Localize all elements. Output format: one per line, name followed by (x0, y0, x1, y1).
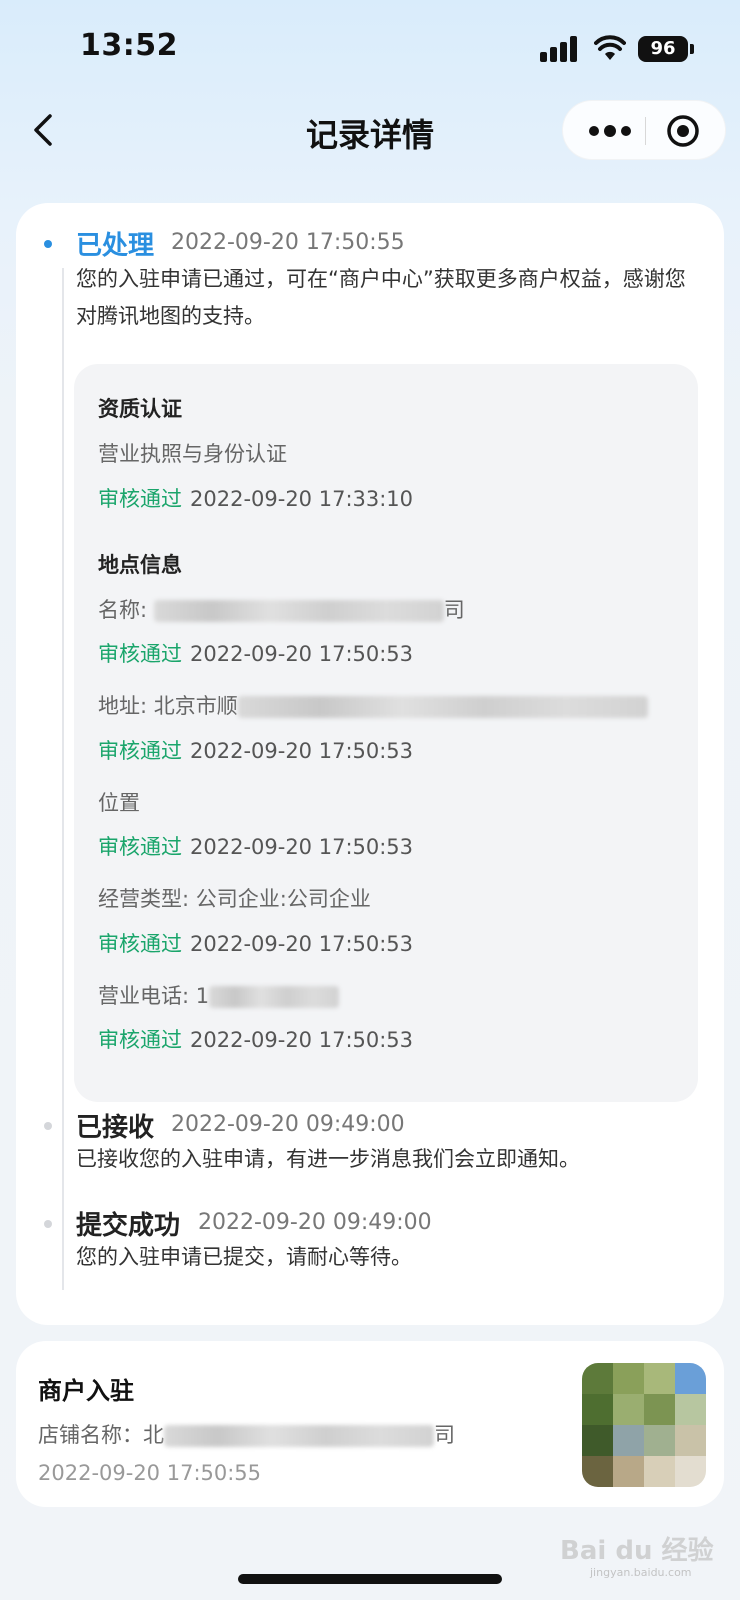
address-field: 地址: 北京市顺 (98, 690, 648, 720)
phone-field: 营业电话: 1 (98, 980, 340, 1010)
processed-time: 2022-09-20 17:50:55 (171, 230, 405, 255)
position-status: 审核通过 2022-09-20 17:50:53 (98, 831, 413, 861)
name-tail: 司 (443, 598, 465, 622)
approved-time: 2022-09-20 17:50:53 (190, 642, 414, 666)
timeline-dot-active (44, 240, 52, 248)
target-close-icon[interactable] (665, 113, 701, 149)
qualification-status: 审核通过 2022-09-20 17:33:10 (98, 483, 413, 513)
submitted-time: 2022-09-20 09:49:00 (198, 1210, 432, 1235)
blurred-text (164, 1425, 434, 1447)
capsule-divider (645, 117, 646, 145)
status-processed: 已处理 (76, 231, 155, 261)
approved-time: 2022-09-20 17:33:10 (190, 487, 414, 511)
address-status: 审核通过 2022-09-20 17:50:53 (98, 735, 413, 765)
merchant-title: 商户入驻 (38, 1377, 134, 1405)
name-field: 名称: 司 (98, 594, 465, 624)
nav-bar: 记录详情 (0, 96, 740, 166)
review-details-panel: 资质认证 营业执照与身份认证 审核通过 2022-09-20 17:33:10 地… (74, 364, 698, 1102)
status-submitted: 提交成功 (76, 1211, 181, 1241)
business-type-status: 审核通过 2022-09-20 17:50:53 (98, 928, 413, 958)
business-type-field: 经营类型: 公司企业:公司企业 (98, 887, 371, 911)
received-desc: 已接收您的入驻申请，有进一步消息我们会立即通知。 (76, 1147, 580, 1171)
store-label: 店铺名称：北 (38, 1423, 164, 1447)
position-field: 位置 (98, 791, 140, 815)
store-tail: 司 (434, 1423, 455, 1447)
record-card: 已处理 2022-09-20 17:50:55 您的入驻申请已通过，可在“商户中… (16, 203, 724, 1325)
approved-time: 2022-09-20 17:50:53 (190, 1028, 414, 1052)
location-title: 地点信息 (98, 553, 182, 577)
battery-tip (690, 44, 694, 54)
status-time: 13:52 (80, 28, 178, 63)
status-bar: 13:52 96 (0, 0, 740, 96)
merchant-time: 2022-09-20 17:50:55 (38, 1461, 262, 1485)
blurred-text (209, 986, 340, 1008)
processed-desc: 您的入驻申请已通过，可在“商户中心”获取更多商户权益，感谢您对腾讯地图的支持。 (76, 267, 686, 328)
approved-time: 2022-09-20 17:50:53 (190, 835, 414, 859)
approved-label: 审核通过 (98, 739, 182, 763)
approved-label: 审核通过 (98, 835, 182, 859)
blurred-text (153, 600, 444, 622)
timeline-dot (44, 1220, 52, 1228)
baidu-watermark: Bai du 经验 (560, 1536, 714, 1566)
watermark-url: jingyan.baidu.com (590, 1566, 692, 1579)
menu-capsule (562, 100, 726, 160)
name-status: 审核通过 2022-09-20 17:50:53 (98, 638, 413, 668)
qualification-title: 资质认证 (98, 397, 182, 421)
home-indicator[interactable] (238, 1574, 502, 1584)
approved-time: 2022-09-20 17:50:53 (190, 932, 414, 956)
approved-label: 审核通过 (98, 487, 182, 511)
approved-time: 2022-09-20 17:50:53 (190, 739, 414, 763)
approved-label: 审核通过 (98, 1028, 182, 1052)
received-time: 2022-09-20 09:49:00 (171, 1112, 405, 1137)
timeline-dot (44, 1122, 52, 1130)
wifi-icon (594, 35, 626, 60)
merchant-card[interactable]: 商户入驻 店铺名称：北 司 2022-09-20 17:50:55 (16, 1341, 724, 1507)
status-received: 已接收 (76, 1113, 155, 1143)
approved-label: 审核通过 (98, 932, 182, 956)
address-label: 地址: 北京市顺 (98, 694, 238, 718)
phone-status: 审核通过 2022-09-20 17:50:53 (98, 1024, 413, 1054)
qualification-item: 营业执照与身份认证 (98, 442, 287, 466)
timeline-line (62, 1149, 64, 1185)
more-dots-icon[interactable] (585, 115, 635, 147)
store-photo-thumbnail[interactable] (582, 1363, 706, 1487)
phone-label: 营业电话: 1 (98, 984, 210, 1008)
timeline-line (62, 268, 64, 1290)
signal-icon (540, 36, 580, 62)
battery-icon: 96 (638, 36, 688, 62)
blurred-text (237, 696, 648, 718)
submitted-desc: 您的入驻申请已提交，请耐心等待。 (76, 1245, 412, 1269)
store-name: 店铺名称：北 司 (38, 1419, 455, 1449)
name-label: 名称: (98, 598, 154, 622)
approved-label: 审核通过 (98, 642, 182, 666)
